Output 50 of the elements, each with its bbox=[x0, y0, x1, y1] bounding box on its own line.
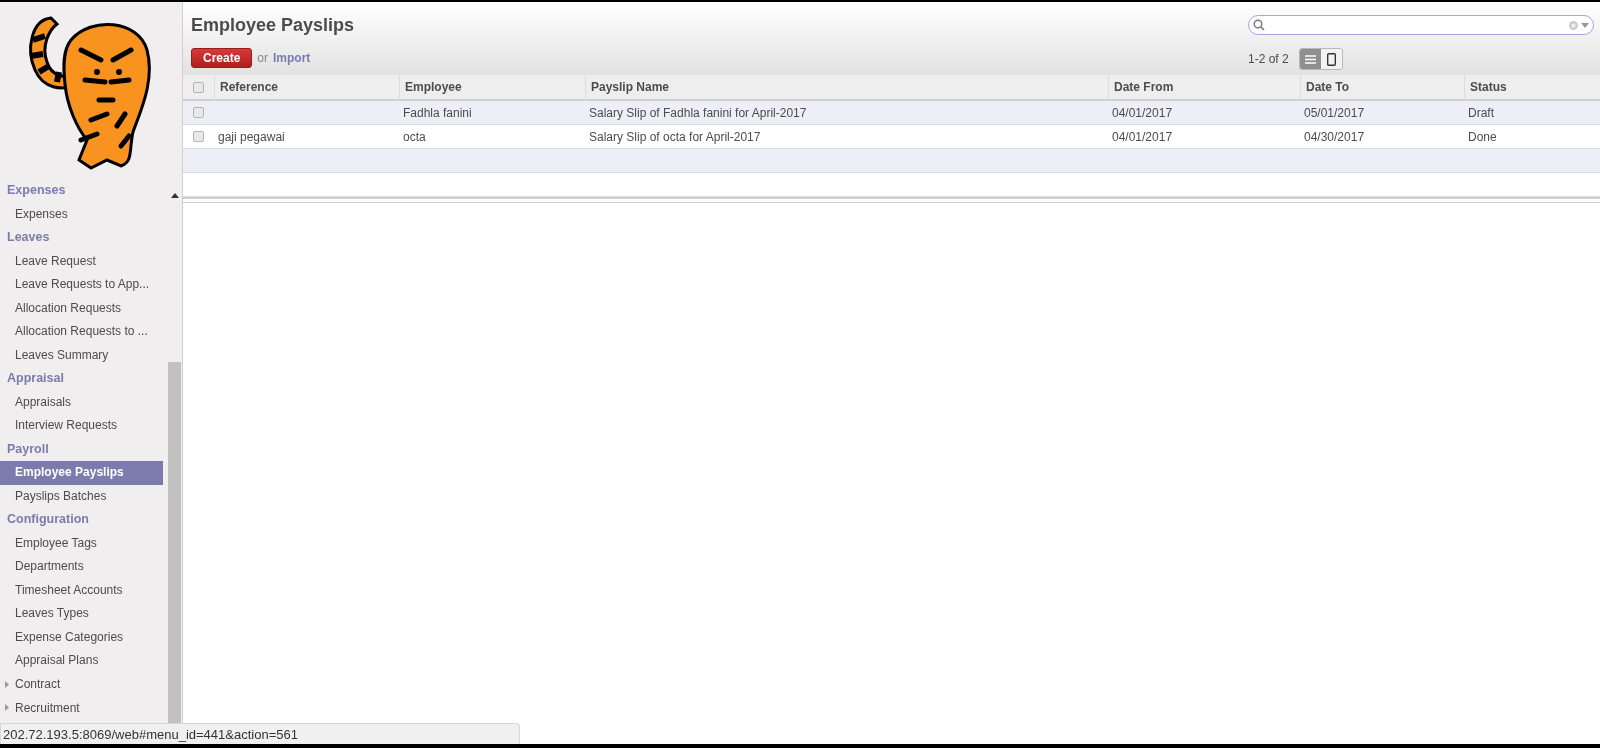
menu-item[interactable]: Employee Payslips bbox=[0, 461, 163, 485]
menu-section-title: Leaves bbox=[6, 229, 51, 246]
menu-item[interactable]: Expenses bbox=[0, 202, 163, 226]
menu-item[interactable]: Payslips Batches bbox=[0, 484, 163, 508]
menu-item[interactable]: Leave Requests to App... bbox=[0, 273, 163, 297]
checkbox[interactable] bbox=[193, 81, 204, 93]
table-cell: Draft bbox=[1464, 101, 1600, 125]
menu-item[interactable]: Allocation Requests bbox=[0, 296, 163, 320]
menu-item[interactable]: Leaves Summary bbox=[0, 343, 163, 367]
menu-item[interactable]: Employee Tags bbox=[0, 531, 163, 555]
dropdown-icon[interactable] bbox=[1581, 22, 1589, 28]
clear-icon[interactable] bbox=[1569, 20, 1578, 30]
form-view-button[interactable] bbox=[1320, 49, 1342, 69]
menu-item[interactable]: Appraisals bbox=[0, 390, 163, 414]
menu-item[interactable]: Appraisal Plans bbox=[0, 649, 163, 673]
page-title: Employee Payslips bbox=[191, 14, 356, 36]
menu-item[interactable]: Contract bbox=[15, 677, 61, 692]
column-header[interactable]: Date To bbox=[1300, 75, 1464, 101]
list-icon bbox=[1304, 54, 1316, 64]
pager-text: 1-2 of 2 bbox=[1248, 52, 1289, 66]
url-tooltip: 202.72.193.5:8069/web#menu_id=441&action=561 bbox=[0, 723, 520, 744]
menu-section-title: Payroll bbox=[6, 440, 50, 458]
menu-item[interactable]: Leave Request bbox=[0, 249, 163, 273]
column-header[interactable]: Status bbox=[1464, 75, 1600, 101]
column-header[interactable]: Payslip Name bbox=[585, 75, 1108, 101]
form-icon bbox=[1326, 52, 1336, 66]
create-button[interactable]: Create bbox=[191, 48, 253, 68]
table-cell: Salary Slip of Fadhla fanini for April-2017 bbox=[585, 101, 1108, 125]
table-cell: 05/01/2017 bbox=[1300, 101, 1464, 125]
column-header[interactable]: Reference bbox=[214, 75, 399, 101]
search-icon bbox=[1253, 19, 1265, 31]
table-cell: 04/01/2017 bbox=[1108, 101, 1300, 125]
checkbox[interactable] bbox=[193, 131, 204, 142]
column-header[interactable]: Employee bbox=[399, 75, 585, 101]
menu-section-title: Configuration bbox=[6, 511, 90, 528]
menu-item[interactable]: Leaves Types bbox=[0, 602, 163, 626]
menu-item[interactable]: Expense Categories bbox=[0, 625, 163, 649]
menu-section-title: Appraisal bbox=[6, 370, 65, 387]
or-text: or bbox=[257, 51, 269, 65]
column-header[interactable]: Date From bbox=[1108, 75, 1300, 101]
table-cell: Fadhla fanini bbox=[399, 101, 585, 125]
menu-item[interactable]: Allocation Requests to ... bbox=[0, 320, 163, 344]
search-field[interactable] bbox=[1248, 15, 1594, 35]
menu-item[interactable]: Departments bbox=[0, 555, 163, 579]
menu-item[interactable]: Timesheet Accounts bbox=[0, 578, 163, 602]
checkbox[interactable] bbox=[193, 107, 204, 118]
menu-item[interactable]: Recruitment bbox=[15, 700, 80, 715]
menu-section-title: Expenses bbox=[6, 182, 67, 199]
menu-item[interactable]: Interview Requests bbox=[0, 414, 163, 438]
scroll-up-icon[interactable] bbox=[170, 193, 179, 198]
